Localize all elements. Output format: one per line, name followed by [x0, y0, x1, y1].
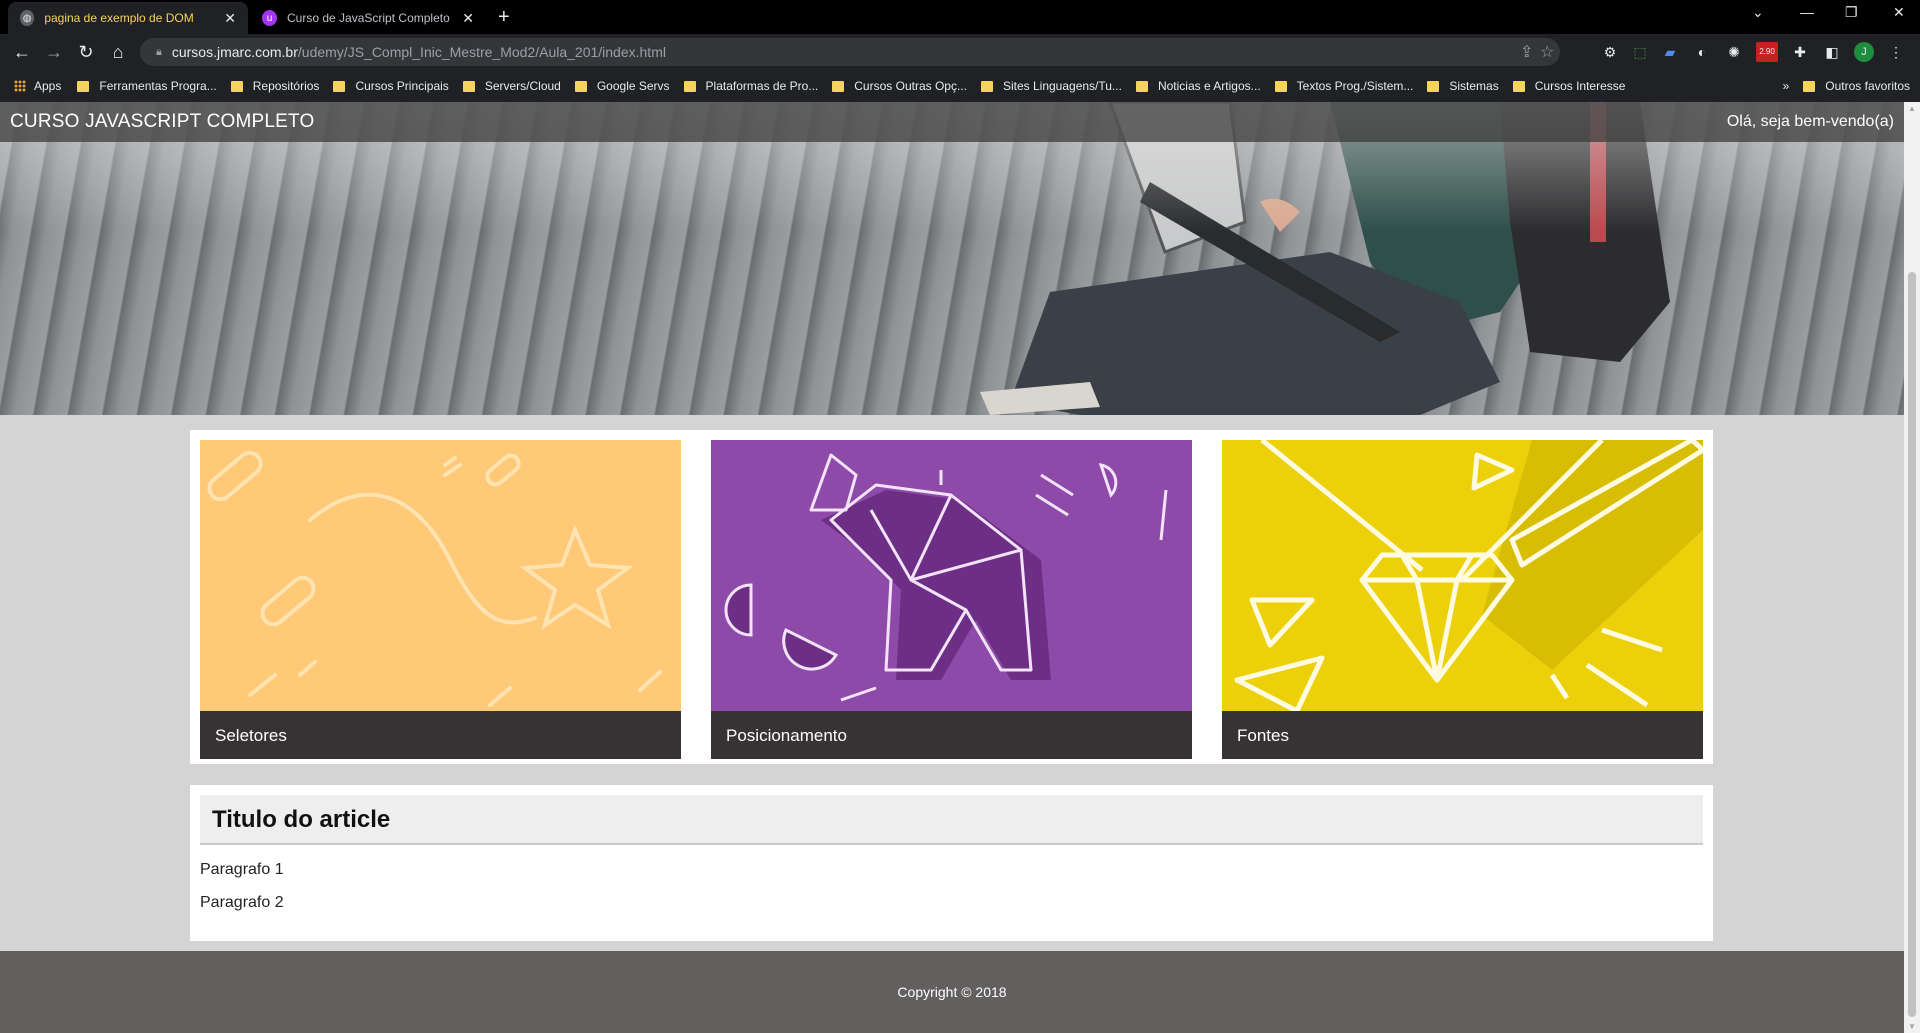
- forward-icon[interactable]: →: [42, 40, 66, 64]
- article-section: Titulo do article Paragrafo 1 Paragrafo …: [190, 785, 1713, 941]
- close-tab-icon[interactable]: ✕: [224, 10, 236, 27]
- menu-kebab-icon[interactable]: ⋮: [1886, 42, 1906, 62]
- bookmark-folder[interactable]: Repositórios: [230, 79, 319, 93]
- back-icon[interactable]: ←: [10, 40, 34, 64]
- site-brand[interactable]: CURSO JAVASCRIPT COMPLETO: [10, 111, 314, 133]
- folder-icon: [1427, 80, 1440, 92]
- bookmark-folder[interactable]: Google Servs: [574, 79, 670, 93]
- site-header: CURSO JAVASCRIPT COMPLETO Olá, seja bem-…: [0, 102, 1904, 142]
- copyright-text: Copyright © 2018: [897, 984, 1007, 1000]
- close-window-button[interactable]: ✕: [1893, 4, 1905, 21]
- address-bar[interactable]: 🔒︎ cursos.jmarc.com.br/udemy/JS_Compl_In…: [140, 38, 1560, 66]
- card-image-posicionamento: [711, 440, 1192, 711]
- bookmarks-bar: Apps Ferramentas Progra... Repositórios …: [0, 70, 1920, 102]
- new-tab-button[interactable]: +: [498, 6, 510, 29]
- folder-icon: [980, 80, 993, 92]
- bookmark-folder[interactable]: Sites Linguagens/Tu...: [980, 79, 1122, 93]
- udemy-icon: u: [262, 10, 278, 26]
- scrollbar-thumb[interactable]: [1908, 272, 1916, 1017]
- folder-icon: [1512, 80, 1525, 92]
- folder-icon: [832, 80, 845, 92]
- diamond-pencil-illustration: [1234, 440, 1703, 711]
- bookmark-folder[interactable]: Plataformas de Pro...: [683, 79, 818, 93]
- bookmark-folder[interactable]: Cursos Interesse: [1512, 79, 1625, 93]
- minimize-button[interactable]: —: [1800, 4, 1814, 20]
- article-paragraph: Paragrafo 2: [200, 894, 284, 911]
- card-caption: Posicionamento: [711, 711, 1192, 759]
- browser-chrome: ◍ pagina de exemplo de DOM ✕ u Curso de …: [0, 0, 1920, 102]
- share-icon[interactable]: ⇪: [1520, 42, 1533, 62]
- other-bookmarks[interactable]: Outros favoritos: [1803, 79, 1910, 93]
- scroll-up-icon[interactable]: ▲: [1908, 104, 1916, 113]
- card-posicionamento[interactable]: Posicionamento: [711, 440, 1192, 759]
- folder-icon: [462, 80, 475, 92]
- side-panel-icon[interactable]: ◧: [1822, 42, 1842, 62]
- extension-screen-icon[interactable]: ⬚: [1630, 42, 1650, 62]
- tab-dom-example[interactable]: ◍ pagina de exemplo de DOM ✕: [8, 2, 248, 34]
- folder-icon: [683, 80, 696, 92]
- folder-icon: [574, 80, 587, 92]
- extensions-puzzle-icon[interactable]: ✚: [1790, 42, 1810, 62]
- profile-avatar[interactable]: J: [1854, 42, 1874, 62]
- tab-course[interactable]: u Curso de JavaScript Completo do ✕: [250, 2, 486, 34]
- greeting-text: Olá, seja bem-vendo(a): [1726, 113, 1894, 130]
- site-footer: Copyright © 2018: [0, 951, 1904, 1033]
- page-viewport: CURSO JAVASCRIPT COMPLETO Olá, seja bem-…: [0, 102, 1904, 1033]
- bookmark-apps[interactable]: Apps: [14, 79, 61, 93]
- folder-icon: [1135, 80, 1148, 92]
- close-tab-icon[interactable]: ✕: [462, 10, 474, 27]
- bookmark-folder[interactable]: Textos Prog./Sistem...: [1274, 79, 1413, 93]
- hero-banner: CURSO JAVASCRIPT COMPLETO Olá, seja bem-…: [0, 102, 1904, 415]
- card-fontes[interactable]: Fontes: [1222, 440, 1703, 759]
- card-seletores[interactable]: Seletores: [200, 440, 681, 759]
- card-caption: Seletores: [200, 711, 681, 759]
- origami-elephant-illustration: [724, 453, 1168, 702]
- bookmark-folder[interactable]: Sistemas: [1427, 79, 1499, 93]
- cards-section: Seletores Posicionamento Fontes: [190, 430, 1713, 764]
- rocket-star-illustration: [207, 450, 662, 707]
- lock-icon: 🔒︎: [156, 45, 162, 58]
- bookmark-folder[interactable]: Servers/Cloud: [462, 79, 561, 93]
- bookmark-folder[interactable]: Cursos Principais: [333, 79, 449, 93]
- extension-circle-icon[interactable]: ◐: [1692, 42, 1712, 62]
- folder-icon: [1803, 80, 1816, 92]
- globe-icon: ◍: [20, 10, 35, 26]
- extension-badge[interactable]: 2.90: [1756, 42, 1778, 62]
- bookmarks-overflow-button[interactable]: »: [1783, 79, 1790, 93]
- apps-grid-icon: [14, 80, 26, 92]
- card-image-seletores: [200, 440, 681, 711]
- toolbar: ← → ↻ ⌂ 🔒︎ cursos.jmarc.com.br/udemy/JS_…: [0, 34, 1920, 70]
- tab-search-icon[interactable]: ⌄: [1752, 4, 1764, 21]
- card-caption: Fontes: [1222, 711, 1703, 759]
- folder-icon: [77, 80, 90, 92]
- card-image-fontes: [1222, 440, 1703, 711]
- article-paragraph: Paragrafo 1: [200, 861, 284, 878]
- extension-blue-icon[interactable]: ▰: [1660, 42, 1680, 62]
- tab-strip: ◍ pagina de exemplo de DOM ✕ u Curso de …: [0, 0, 1920, 34]
- bookmark-folder[interactable]: Noticias e Artigos...: [1135, 79, 1261, 93]
- reload-icon[interactable]: ↻: [74, 40, 98, 64]
- bookmark-star-icon[interactable]: ☆: [1540, 42, 1554, 62]
- scroll-down-icon[interactable]: ▼: [1908, 1022, 1916, 1031]
- restore-button[interactable]: ❐: [1845, 4, 1858, 21]
- article-title: Titulo do article: [200, 795, 1703, 845]
- bookmark-folder[interactable]: Cursos Outras Opç...: [832, 79, 967, 93]
- home-icon[interactable]: ⌂: [106, 40, 130, 64]
- folder-icon: [333, 80, 346, 92]
- hero-person-image: [980, 102, 1670, 415]
- extension-gear-icon[interactable]: ⚙: [1600, 42, 1620, 62]
- extension-settings-icon[interactable]: ✺: [1724, 42, 1744, 62]
- bookmark-folder[interactable]: Ferramentas Progra...: [77, 79, 217, 93]
- folder-icon: [1274, 80, 1287, 92]
- vertical-scrollbar[interactable]: ▲ ▼: [1904, 102, 1920, 1033]
- folder-icon: [230, 80, 243, 92]
